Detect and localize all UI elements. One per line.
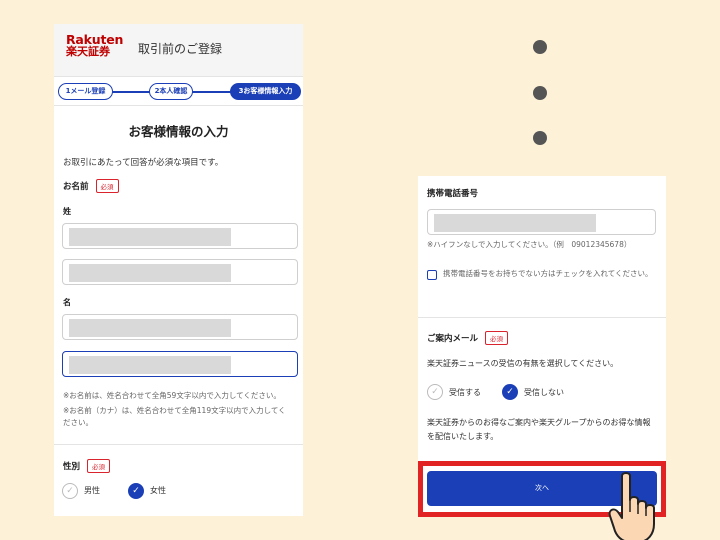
option-not-receive-label: 受信しない <box>524 387 564 397</box>
pointing-hand-icon <box>608 472 655 540</box>
phone-label: 携帯電話番号 <box>427 189 479 199</box>
gender-options: ✓ 男性 ✓ 女性 <box>62 482 303 499</box>
sei-label: 姓 <box>63 207 71 216</box>
masked-value <box>69 228 231 246</box>
mail-label: ご案内メール <box>427 334 479 344</box>
required-notice: お取引にあたって回答が必須な項目です。 <box>63 158 224 168</box>
no-phone-label: 携帯電話番号をお持ちでない方はチェックを入れてください。 <box>443 269 653 278</box>
no-phone-checkbox[interactable] <box>427 270 437 280</box>
masked-value <box>69 356 231 374</box>
phone-input[interactable] <box>427 209 656 235</box>
masked-value <box>69 319 231 337</box>
required-badge: 必須 <box>87 458 111 473</box>
mail-desc: 楽天証券ニュースの受信の有無を選択してください。 <box>427 359 619 368</box>
rakuten-logo[interactable]: Rakuten 楽天証券 <box>66 33 123 58</box>
app-header: Rakuten 楽天証券 取引前のご登録 <box>54 24 303 77</box>
check-icon: ✓ <box>66 485 74 496</box>
radio-male[interactable]: ✓ <box>62 482 78 499</box>
check-icon: ✓ <box>506 387 514 397</box>
masked-value <box>434 214 596 232</box>
mei-input[interactable] <box>62 314 298 340</box>
mail-note: 楽天証券からのお得なご案内や楽天グループからのお得な情報を配信いたします。 <box>427 418 651 441</box>
mail-options: ✓ 受信する ✓ 受信しない <box>427 384 564 400</box>
option-receive-label: 受信する <box>449 387 481 397</box>
name-label: お名前 <box>63 182 89 192</box>
mei-label: 名 <box>63 298 71 307</box>
divider <box>54 105 303 106</box>
progress-steps: 1メール登録 2本人確認 3お客様情報入力 <box>54 77 303 105</box>
gender-label-row: 性別 必須 <box>63 458 303 473</box>
dot-indicator <box>533 86 547 100</box>
radio-receive[interactable]: ✓ <box>427 384 443 400</box>
mail-label-row: ご案内メール 必須 <box>427 331 509 345</box>
masked-value <box>69 264 231 282</box>
gender-label: 性別 <box>63 461 81 472</box>
form-title: お客様情報の入力 <box>128 124 229 139</box>
radio-female[interactable]: ✓ <box>128 482 144 499</box>
sei-kana-input[interactable] <box>62 259 298 285</box>
mei-kana-input[interactable] <box>62 351 298 377</box>
option-female-label: 女性 <box>150 486 166 496</box>
step-1: 1メール登録 <box>58 83 113 100</box>
option-male-label: 男性 <box>84 486 100 496</box>
radio-not-receive[interactable]: ✓ <box>502 384 518 400</box>
check-icon: ✓ <box>132 485 140 496</box>
dot-indicator <box>533 40 547 54</box>
page-title: 取引前のご登録 <box>138 42 223 56</box>
name-hint: ※お名前は、姓名合わせて全角59文字以内で入力してください。 <box>63 391 281 400</box>
dot-indicator <box>533 131 547 145</box>
logo-text-jp: 楽天証券 <box>66 45 110 59</box>
phone-hint: ※ハイフンなしで入力してください。（例 09012345678） <box>427 240 632 249</box>
required-badge: 必須 <box>95 179 119 193</box>
step-2: 2本人確認 <box>149 83 193 100</box>
name-label-row: お名前 必須 <box>63 179 303 193</box>
check-icon: ✓ <box>431 387 439 397</box>
divider <box>418 317 666 318</box>
divider <box>54 443 303 445</box>
step-3-current: 3お客様情報入力 <box>230 83 301 100</box>
kana-hint: ※お名前（カナ）は、姓名合わせて全角119文字以内で入力してください。 <box>63 406 286 427</box>
sei-input[interactable] <box>62 223 298 249</box>
left-screen: Rakuten 楽天証券 取引前のご登録 1メール登録 2本人確認 3お客様情報… <box>54 24 303 516</box>
required-badge: 必須 <box>485 331 509 345</box>
right-screen: 携帯電話番号 ※ハイフンなしで入力してください。（例 09012345678） … <box>418 176 666 540</box>
no-phone-row: 携帯電話番号をお持ちでない方はチェックを入れてください。 <box>427 268 655 280</box>
